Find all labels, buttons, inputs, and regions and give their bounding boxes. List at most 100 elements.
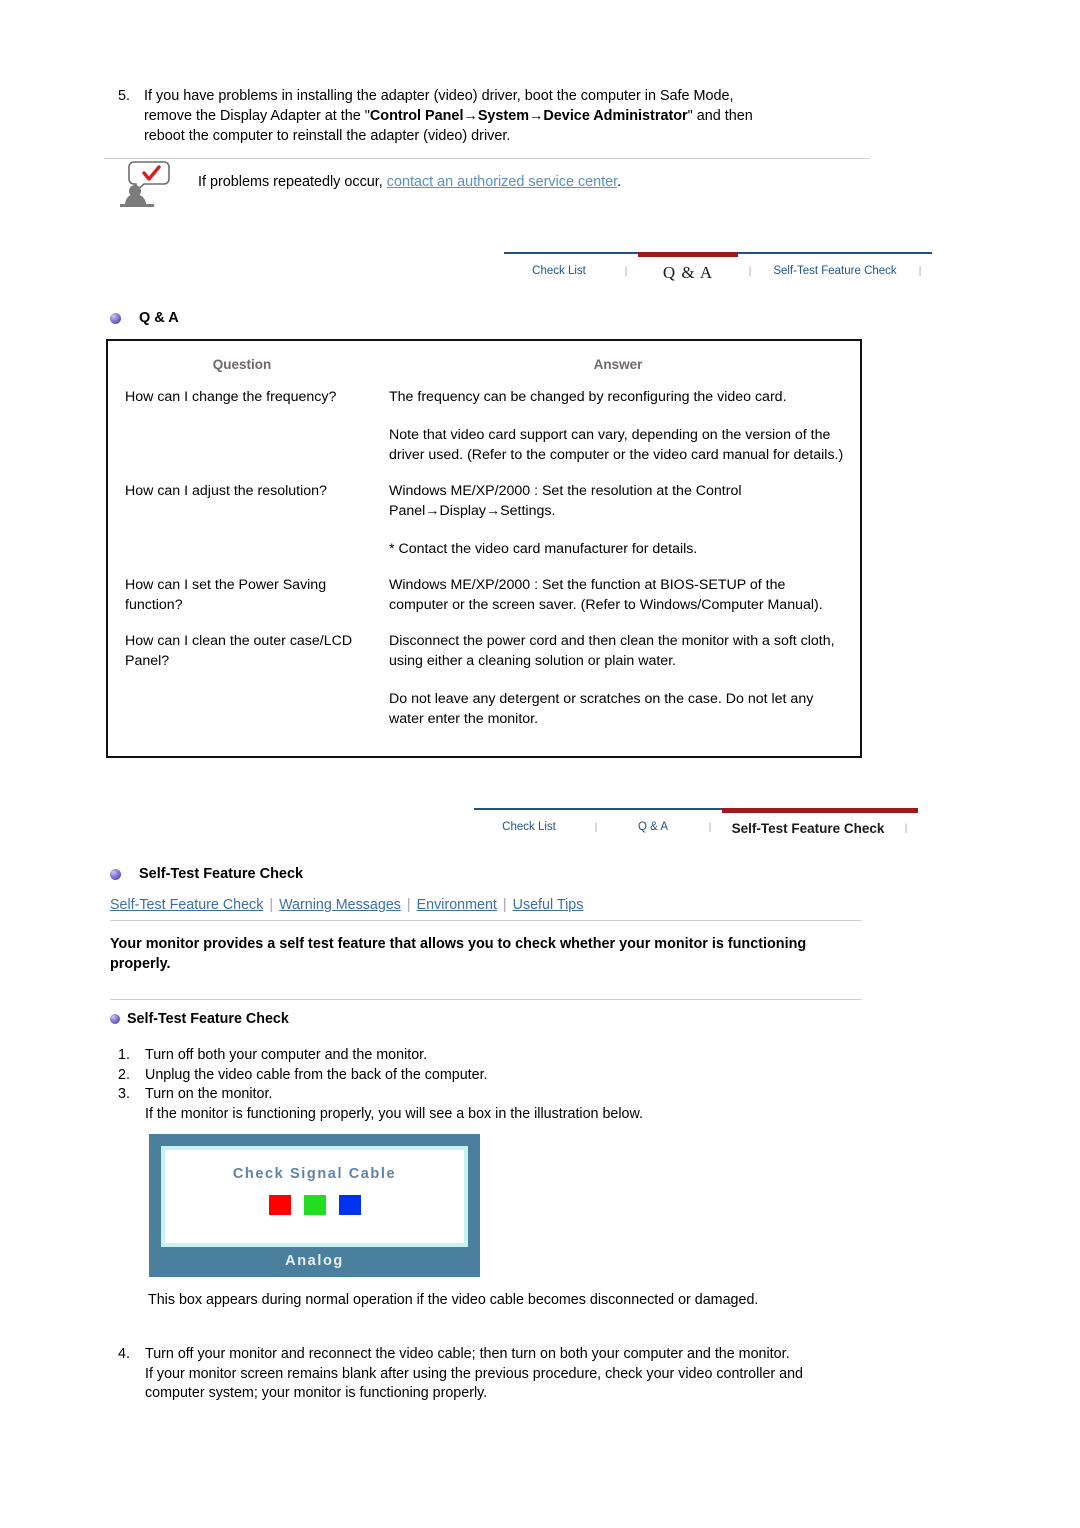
self-test-section-heading: Self-Test Feature Check	[110, 866, 303, 882]
monitor-analog-label: Analog	[285, 1253, 344, 1269]
step-number: 4.	[118, 1346, 130, 1362]
step-5-line-3: reboot the computer to reinstall the ada…	[144, 128, 511, 144]
tab-separator: |	[908, 252, 932, 282]
step-text-extra: If your monitor screen remains blank aft…	[145, 1365, 803, 1402]
qa-section-heading: Q & A	[110, 310, 179, 326]
green-swatch	[303, 1195, 326, 1215]
question-cell: How can I adjust the resolution?	[125, 483, 327, 499]
answer-cell: The frequency can be changed by reconfig…	[376, 387, 860, 481]
tab-separator: |	[894, 808, 918, 838]
self-test-step-list: 1. Turn off both your computer and the m…	[118, 1046, 862, 1124]
tab-separator: |	[698, 808, 722, 838]
tab-self-test-feature-check[interactable]: Self-Test Feature Check	[722, 808, 894, 838]
sublink-self-test-feature-check[interactable]: Self-Test Feature Check	[110, 897, 263, 913]
step-text: Unplug the video cable from the back of …	[145, 1066, 488, 1083]
step-5-line-1: If you have problems in installing the a…	[144, 88, 734, 104]
answer-paragraph: Do not leave any detergent or scratches …	[389, 691, 814, 727]
sublink-divider: |	[269, 897, 274, 913]
step-5-body: If you have problems in installing the a…	[144, 86, 862, 146]
table-row: How can I clean the outer case/LCD Panel…	[108, 631, 860, 729]
question-cell: How can I clean the outer case/LCD Panel…	[125, 633, 353, 669]
tab-separator: |	[584, 808, 608, 838]
note-text: If problems repeatedly occur, contact an…	[198, 172, 621, 192]
step-5-line-2-post: " and then	[687, 108, 753, 124]
column-header-answer: Answer	[593, 357, 643, 372]
check-signal-cable-message: Check Signal Cable	[232, 1166, 397, 1182]
rgb-swatch-group	[268, 1195, 361, 1215]
sublink-useful-tips[interactable]: Useful Tips	[513, 897, 584, 913]
step-text-group: Turn off your monitor and reconnect the …	[145, 1345, 862, 1404]
answer-cell: Disconnect the power cord and then clean…	[376, 631, 860, 729]
list-item: 2. Unplug the video cable from the back …	[118, 1066, 862, 1086]
list-item: 1. Turn off both your computer and the m…	[118, 1046, 862, 1066]
tab-q-and-a[interactable]: Q & A	[638, 252, 738, 282]
divider-below-lead	[110, 999, 862, 1000]
self-test-heading-label: Self-Test Feature Check	[139, 866, 304, 882]
qa-heading-label: Q & A	[139, 310, 179, 326]
answer-cell: Windows ME/XP/2000 : Set the function at…	[376, 575, 860, 631]
qa-table-container: Question Answer How can I change the fre…	[106, 339, 862, 758]
purple-orb-bullet-icon	[110, 868, 121, 880]
control-panel-path: Control Panel→System→Device Administrato…	[369, 108, 688, 124]
red-swatch	[268, 1195, 291, 1215]
person-speech-bubble-check-icon	[118, 160, 180, 208]
after-illustration-paragraph: This box appears during normal operation…	[148, 1292, 759, 1308]
service-center-link[interactable]: contact an authorized service center	[387, 174, 617, 190]
sublink-environment[interactable]: Environment	[417, 897, 497, 913]
blue-swatch	[338, 1195, 361, 1215]
step-text: Turn off both your computer and the moni…	[145, 1047, 428, 1063]
purple-orb-bullet-icon	[110, 312, 121, 324]
purple-orb-bullet-icon	[110, 1014, 120, 1025]
monitor-screen: Check Signal Cable	[161, 1146, 468, 1247]
note-text-post: .	[617, 174, 622, 190]
answer-paragraph: Windows ME/XP/2000 : Set the function at…	[389, 577, 823, 613]
table-row: How can I adjust the resolution? Windows…	[108, 481, 860, 575]
self-test-monitor-illustration: Check Signal Cable Analog	[149, 1134, 480, 1277]
answer-paragraph: Note that video card support can vary, d…	[389, 427, 844, 463]
note-text-pre: If problems repeatedly occur,	[198, 174, 387, 190]
self-test-sublink-bar[interactable]: Self-Test Feature Check | Warning Messages…	[110, 897, 862, 921]
column-header-question: Question	[212, 357, 272, 372]
sublink-divider: |	[406, 897, 411, 913]
table-header-row: Question Answer	[108, 341, 860, 387]
tab-self-test-feature-check[interactable]: Self-Test Feature Check	[762, 252, 908, 282]
step-text-extra: If the monitor is functioning properly, …	[145, 1105, 644, 1122]
step-5-paragraph: 5. If you have problems in installing th…	[118, 86, 862, 146]
table-row: How can I change the frequency? The freq…	[108, 387, 860, 481]
sublink-warning-messages[interactable]: Warning Messages	[279, 897, 401, 913]
step-number: 2.	[118, 1066, 130, 1083]
sublink-divider: |	[502, 897, 507, 913]
tab-navigation-self-test[interactable]: Check List | Q & A | Self-Test Feature C…	[474, 808, 918, 838]
table-row: How can I set the Power Saving function?…	[108, 575, 860, 631]
step-4-block: 4. Turn off your monitor and reconnect t…	[118, 1345, 862, 1404]
tab-q-and-a[interactable]: Q & A	[608, 808, 698, 838]
list-item: 4. Turn off your monitor and reconnect t…	[118, 1345, 862, 1404]
tab-check-list[interactable]: Check List	[474, 808, 584, 838]
step-5-line-2-pre: remove the Display Adapter at the "	[144, 108, 370, 124]
self-test-subheading-label: Self-Test Feature Check	[127, 1011, 289, 1027]
tab-navigation-qa[interactable]: Check List | Q & A | Self-Test Feature C…	[504, 252, 932, 282]
question-cell: How can I change the frequency?	[125, 389, 337, 405]
step-text: Turn off your monitor and reconnect the …	[145, 1346, 790, 1362]
divider-top	[104, 158, 870, 159]
tab-check-list[interactable]: Check List	[504, 252, 614, 282]
document-page: 5. If you have problems in installing th…	[0, 0, 1080, 1528]
qa-table: Question Answer How can I change the fre…	[108, 341, 860, 729]
answer-paragraph: * Contact the video card manufacturer fo…	[389, 541, 698, 557]
list-item: 3. Turn on the monitor. If the monitor i…	[118, 1085, 862, 1124]
tab-separator: |	[614, 252, 638, 282]
self-test-lead-paragraph: Your monitor provides a self test featur…	[110, 936, 807, 972]
step-text-group: Turn on the monitor. If the monitor is f…	[145, 1085, 862, 1124]
step-number: 1.	[118, 1047, 130, 1063]
step-5-number: 5.	[118, 88, 131, 104]
self-test-subheading: Self-Test Feature Check	[110, 1011, 289, 1027]
answer-paragraph: The frequency can be changed by reconfig…	[389, 389, 787, 405]
step-text: Turn on the monitor.	[145, 1086, 273, 1102]
question-cell: How can I set the Power Saving function?	[125, 577, 327, 613]
answer-cell: Windows ME/XP/2000 : Set the resolution …	[376, 481, 860, 575]
step-number: 3.	[118, 1086, 130, 1102]
tab-separator: |	[738, 252, 762, 282]
note-block: If problems repeatedly occur, contact an…	[118, 160, 862, 208]
answer-paragraph: Disconnect the power cord and then clean…	[389, 633, 835, 669]
answer-paragraph: Windows ME/XP/2000 : Set the resolution …	[389, 483, 742, 519]
